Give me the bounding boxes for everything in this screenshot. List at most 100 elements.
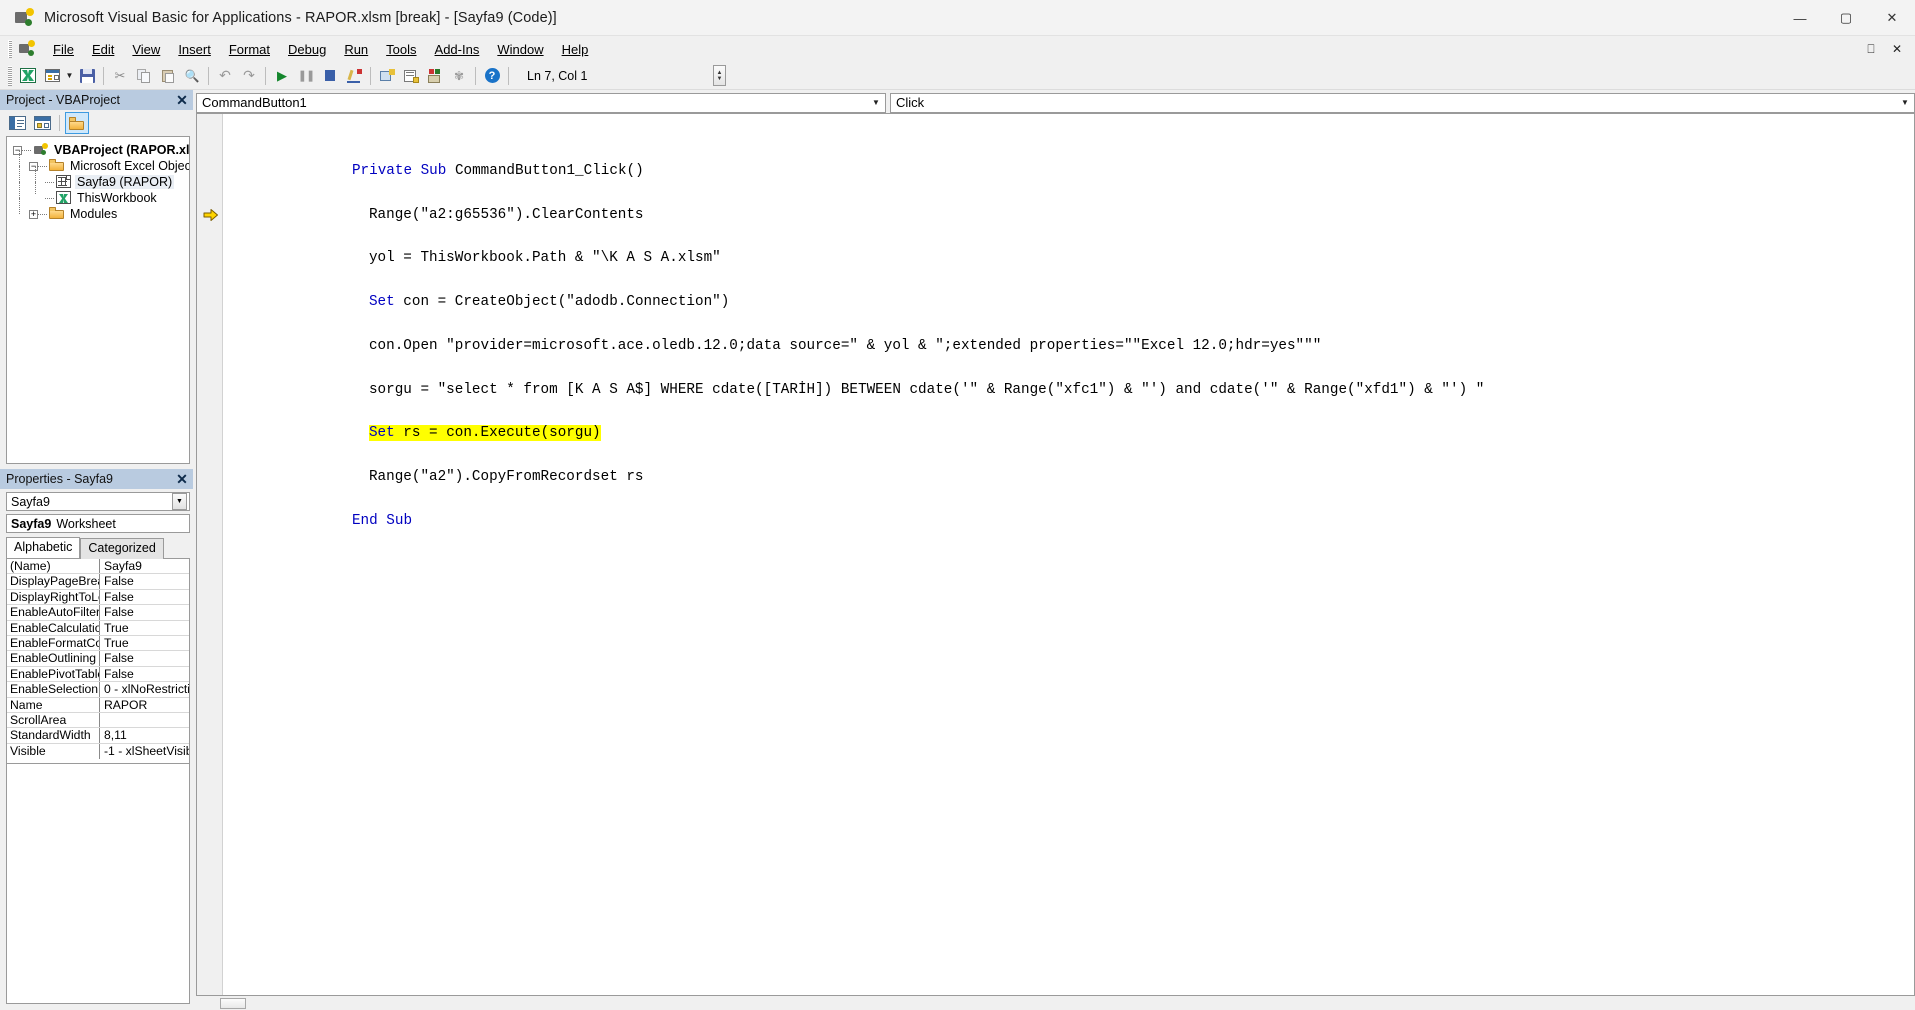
redo-icon[interactable]: ↷	[238, 65, 260, 87]
scrollbar-thumb[interactable]	[220, 997, 246, 1009]
minimize-button[interactable]: —	[1777, 0, 1823, 36]
object-browser-icon[interactable]	[424, 65, 446, 87]
table-row[interactable]: EnableCalculation True	[7, 620, 189, 636]
code-text-area[interactable]: Private Sub CommandButton1_Click() Range…	[223, 114, 1914, 995]
view-object-button[interactable]	[31, 113, 53, 133]
table-row[interactable]: StandardWidth 8,11	[7, 728, 189, 744]
object-select[interactable]: CommandButton1 ▼	[196, 92, 886, 113]
chevron-down-icon[interactable]: ▼	[172, 493, 187, 510]
view-excel-icon[interactable]	[17, 65, 39, 87]
menu-tools[interactable]: Tools	[377, 39, 425, 60]
workbook-icon	[56, 191, 72, 205]
property-value[interactable]: False	[100, 667, 189, 681]
property-value[interactable]: False	[100, 574, 189, 588]
property-value[interactable]: True	[100, 636, 189, 650]
chevron-down-icon[interactable]: ▼	[1897, 94, 1913, 112]
paste-icon[interactable]	[157, 65, 179, 87]
property-value[interactable]: False	[100, 605, 189, 619]
property-value[interactable]: True	[100, 621, 189, 635]
insert-dropdown-caret[interactable]: ▼	[64, 71, 75, 80]
property-value[interactable]: Sayfa9	[100, 559, 189, 573]
vba-menu-icon[interactable]	[18, 40, 36, 58]
tree-connector	[45, 197, 54, 199]
procedure-select[interactable]: Click ▼	[890, 92, 1915, 113]
table-row[interactable]: DisplayPageBreaks False	[7, 574, 189, 590]
project-tree-panel[interactable]: − VBAProject (RAPOR.xlsm) −	[6, 136, 190, 464]
menu-edit[interactable]: Edit	[83, 39, 123, 60]
copy-icon[interactable]	[133, 65, 155, 87]
menu-addins[interactable]: Add-Ins	[426, 39, 489, 60]
menu-view[interactable]: View	[123, 39, 169, 60]
toolbar-drag-grip[interactable]	[8, 65, 12, 86]
save-icon[interactable]	[76, 65, 98, 87]
tree-item-excel-objects[interactable]: − Microsoft Excel Objects	[11, 150, 189, 174]
chevron-down-icon[interactable]: ▼	[868, 94, 884, 112]
code-text: rs = con.Execute(sorgu)	[403, 425, 601, 442]
undo-icon[interactable]: ↶	[214, 65, 236, 87]
menu-debug[interactable]: Debug	[279, 39, 335, 60]
tree-item-thisworkbook[interactable]: ThisWorkbook	[11, 182, 187, 206]
cut-icon[interactable]: ✂	[109, 65, 131, 87]
property-value[interactable]: RAPOR	[100, 698, 189, 712]
view-code-button[interactable]	[6, 113, 28, 133]
table-row[interactable]: DisplayRightToLeft False	[7, 589, 189, 606]
table-row[interactable]: Name RAPOR	[7, 697, 189, 713]
table-row[interactable]: EnableAutoFilter False	[7, 605, 189, 621]
property-value[interactable]: 0 - xlNoRestrictions	[100, 682, 189, 696]
table-row[interactable]: EnableOutlining False	[7, 651, 189, 667]
help-icon[interactable]: ?	[481, 65, 503, 87]
table-row[interactable]: (Name) Sayfa9	[7, 559, 189, 575]
menu-drag-grip[interactable]	[8, 40, 12, 58]
expander-excel-objects[interactable]: −	[29, 161, 38, 171]
menu-help[interactable]: Help	[553, 39, 598, 60]
table-row[interactable]: ScrollArea	[7, 712, 189, 729]
property-value[interactable]: 8,11	[100, 728, 189, 742]
mdi-close-button[interactable]: ✕	[1889, 42, 1905, 56]
tab-alphabetic[interactable]: Alphabetic	[6, 537, 81, 558]
menu-file[interactable]: File	[44, 39, 83, 60]
menu-window[interactable]: Window	[488, 39, 552, 60]
tree-item-modules[interactable]: + Modules	[11, 198, 187, 222]
insert-userform-icon[interactable]	[41, 65, 63, 87]
table-row[interactable]: EnableFormatConditionsCalculation True	[7, 635, 189, 652]
toolbox-icon[interactable]: ✾	[448, 65, 470, 87]
properties-grid[interactable]: (Name) Sayfa9 DisplayPageBreaks False Di…	[6, 558, 190, 764]
design-mode-icon[interactable]	[343, 65, 365, 87]
table-row[interactable]: Visible -1 - xlSheetVisible	[7, 743, 189, 760]
run-icon[interactable]: ▶	[271, 65, 293, 87]
menu-format[interactable]: Format	[220, 39, 279, 60]
property-value[interactable]: -1 - xlSheetVisible	[100, 744, 189, 759]
code-line: con.Open "provider=microsoft.ace.oledb.1…	[223, 324, 1914, 354]
properties-panel-close-icon[interactable]: ✕	[173, 470, 191, 488]
property-value[interactable]: False	[100, 651, 189, 665]
code-editor[interactable]: Private Sub CommandButton1_Click() Range…	[196, 113, 1915, 996]
property-value[interactable]	[100, 713, 189, 727]
menu-debug-label: Debug	[288, 41, 327, 57]
expander-modules[interactable]: +	[29, 209, 38, 219]
menu-run[interactable]: Run	[335, 39, 377, 60]
vba-app-icon	[14, 7, 34, 28]
tree-item-vbaproject[interactable]: − VBAProject (RAPOR.xlsm)	[11, 142, 189, 158]
properties-window-icon[interactable]	[400, 65, 422, 87]
toggle-folders-button[interactable]	[65, 112, 89, 134]
menu-insert[interactable]: Insert	[169, 39, 220, 60]
table-row[interactable]: EnablePivotTable False	[7, 666, 189, 683]
break-icon[interactable]: ❚❚	[295, 65, 317, 87]
tab-categorized[interactable]: Categorized	[80, 538, 164, 559]
expander-vbaproject[interactable]: −	[13, 145, 22, 155]
property-value[interactable]: False	[100, 590, 189, 604]
maximize-button[interactable]: ▢	[1823, 0, 1869, 36]
find-icon[interactable]: 🔍	[181, 65, 203, 87]
tree-item-sayfa9[interactable]: Sayfa9 (RAPOR)	[11, 166, 187, 190]
mdi-restore-button[interactable]: ⎕	[1863, 42, 1879, 57]
execution-marker-icon	[203, 208, 219, 222]
properties-object-select[interactable]: Sayfa9 ▼	[6, 492, 190, 511]
project-panel-close-icon[interactable]: ✕	[173, 91, 191, 109]
toolbar-overflow-button[interactable]: ▲ ▼	[713, 65, 726, 86]
horizontal-scrollbar[interactable]	[196, 996, 1915, 1010]
table-row[interactable]: EnableSelection 0 - xlNoRestrictions	[7, 682, 189, 698]
code-margin-indicator-bar[interactable]	[197, 114, 223, 995]
reset-icon[interactable]	[319, 65, 341, 87]
project-explorer-icon[interactable]	[376, 65, 398, 87]
close-button[interactable]: ✕	[1869, 0, 1915, 36]
